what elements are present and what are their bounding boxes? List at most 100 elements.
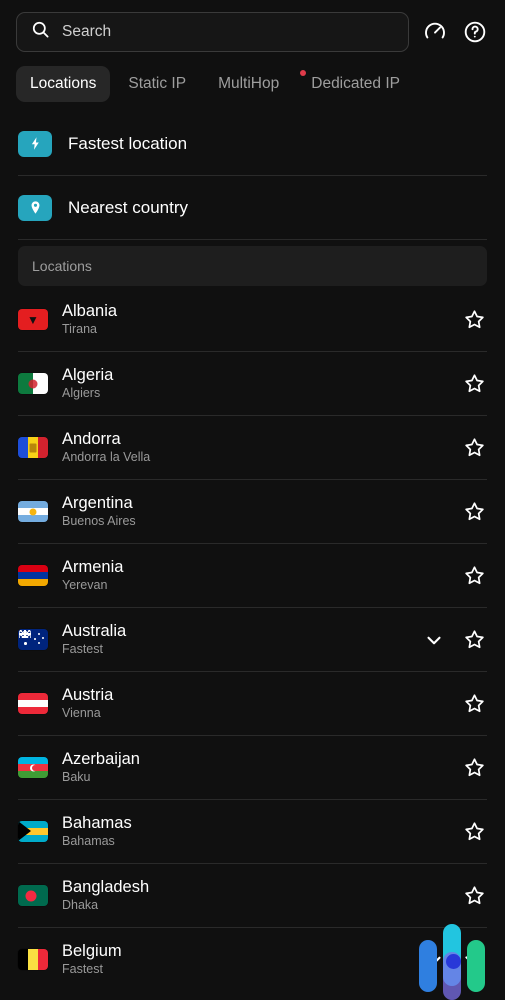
search-input[interactable]: Search	[16, 12, 409, 52]
country-name: Argentina	[62, 494, 133, 513]
city-name: Fastest	[62, 962, 103, 977]
table-row[interactable]: Bahamas Bahamas	[0, 800, 505, 863]
table-row[interactable]: Algeria Algiers	[0, 352, 505, 415]
favorite-star-icon[interactable]	[461, 435, 487, 461]
tab-label: MultiHop	[218, 75, 280, 92]
row-actions	[461, 307, 487, 333]
favorite-star-icon[interactable]	[461, 755, 487, 781]
tab-label: Dedicated IP	[311, 75, 400, 92]
flag-icon	[18, 629, 48, 650]
city-name: Vienna	[62, 706, 101, 721]
favorite-star-icon[interactable]	[461, 371, 487, 397]
country-name: Algeria	[62, 366, 114, 385]
chevron-down-icon[interactable]	[421, 947, 447, 973]
locations-section-label: Locations	[32, 258, 92, 274]
location-text: Andorra Andorra la Vella	[62, 430, 447, 464]
location-text: Algeria Algiers	[62, 366, 447, 400]
country-name: Bangladesh	[62, 878, 150, 897]
location-text: Bahamas Bahamas	[62, 814, 447, 848]
row-actions	[461, 819, 487, 845]
flag-icon	[18, 821, 48, 842]
favorite-star-icon[interactable]	[461, 691, 487, 717]
help-icon[interactable]	[461, 18, 489, 46]
country-name: Austria	[62, 686, 114, 705]
row-actions	[461, 883, 487, 909]
city-name: Andorra la Vella	[62, 450, 151, 465]
tab-label: Static IP	[128, 75, 187, 92]
flag-icon	[18, 757, 48, 778]
flag-icon	[18, 501, 48, 522]
location-text: Austria Vienna	[62, 686, 447, 720]
row-actions	[461, 691, 487, 717]
country-name: Belgium	[62, 942, 122, 961]
city-name: Yerevan	[62, 578, 108, 593]
row-actions	[461, 371, 487, 397]
quick-row-fastest-location[interactable]: Fastest location	[0, 112, 505, 175]
flag-icon: ▼	[18, 309, 48, 330]
row-actions	[421, 947, 487, 973]
city-name: Dhaka	[62, 898, 99, 913]
table-row[interactable]: Andorra Andorra la Vella	[0, 416, 505, 479]
favorite-star-icon[interactable]	[461, 883, 487, 909]
favorite-star-icon[interactable]	[461, 947, 487, 973]
flag-icon	[18, 885, 48, 906]
favorite-star-icon[interactable]	[461, 819, 487, 845]
tab-label: Locations	[30, 75, 97, 92]
table-row[interactable]: Azerbaijan Baku	[0, 736, 505, 799]
country-name: Bahamas	[62, 814, 132, 833]
tab-dedicated-ip[interactable]: Dedicated IP	[297, 66, 414, 102]
table-row[interactable]: Australia Fastest	[0, 608, 505, 671]
tab-multihop[interactable]: MultiHop	[204, 66, 293, 102]
lightning-bolt-icon	[18, 130, 52, 157]
city-name: Buenos Aires	[62, 514, 136, 529]
tab-notification-dot	[300, 70, 307, 76]
favorite-star-icon[interactable]	[461, 563, 487, 589]
search-icon	[31, 20, 50, 44]
location-list: ▼ Albania Tirana Algeria Algiers Andorra Andor…	[0, 288, 505, 991]
favorite-star-icon[interactable]	[461, 499, 487, 525]
location-text: Bangladesh Dhaka	[62, 878, 447, 912]
row-actions	[461, 435, 487, 461]
quick-row-label: Nearest country	[68, 197, 188, 217]
table-row[interactable]: Bangladesh Dhaka	[0, 864, 505, 927]
table-row[interactable]: Armenia Yerevan	[0, 544, 505, 607]
table-row[interactable]: Belgium Fastest	[0, 928, 505, 991]
country-name: Azerbaijan	[62, 750, 140, 769]
flag-icon	[18, 565, 48, 586]
tab-static-ip[interactable]: Static IP	[114, 66, 200, 102]
tab-bar: Locations Static IP MultiHop Dedicated IP	[0, 60, 505, 112]
flag-icon	[18, 949, 48, 970]
table-row[interactable]: Argentina Buenos Aires	[0, 480, 505, 543]
location-text: Albania Tirana	[62, 302, 447, 336]
city-name: Baku	[62, 770, 91, 785]
table-row[interactable]: ▼ Albania Tirana	[0, 288, 505, 351]
quick-row-nearest-country[interactable]: Nearest country	[0, 176, 505, 239]
row-actions	[461, 563, 487, 589]
vpn-location-picker: Search Locations Static IP MultiHop Dedicat…	[0, 0, 505, 1000]
location-text: Argentina Buenos Aires	[62, 494, 447, 528]
flag-icon	[18, 693, 48, 714]
speedometer-icon[interactable]	[421, 18, 449, 46]
search-placeholder: Search	[62, 23, 112, 40]
favorite-star-icon[interactable]	[461, 307, 487, 333]
country-name: Andorra	[62, 430, 121, 449]
country-name: Armenia	[62, 558, 124, 577]
quick-row-label: Fastest location	[68, 133, 188, 153]
tab-locations[interactable]: Locations	[16, 66, 111, 102]
city-name: Tirana	[62, 322, 97, 337]
country-name: Australia	[62, 622, 127, 641]
location-text: Australia Fastest	[62, 622, 407, 656]
chevron-down-icon[interactable]	[421, 627, 447, 653]
location-text: Armenia Yerevan	[62, 558, 447, 592]
flag-icon	[18, 373, 48, 394]
row-separator	[18, 239, 487, 240]
table-row[interactable]: Austria Vienna	[0, 672, 505, 735]
city-name: Fastest	[62, 642, 103, 657]
location-text: Belgium Fastest	[62, 942, 407, 976]
row-actions	[461, 755, 487, 781]
locations-section-header: Locations	[18, 246, 487, 286]
favorite-star-icon[interactable]	[461, 627, 487, 653]
location-pin-icon	[18, 194, 52, 221]
city-name: Algiers	[62, 386, 101, 401]
city-name: Bahamas	[62, 834, 115, 849]
